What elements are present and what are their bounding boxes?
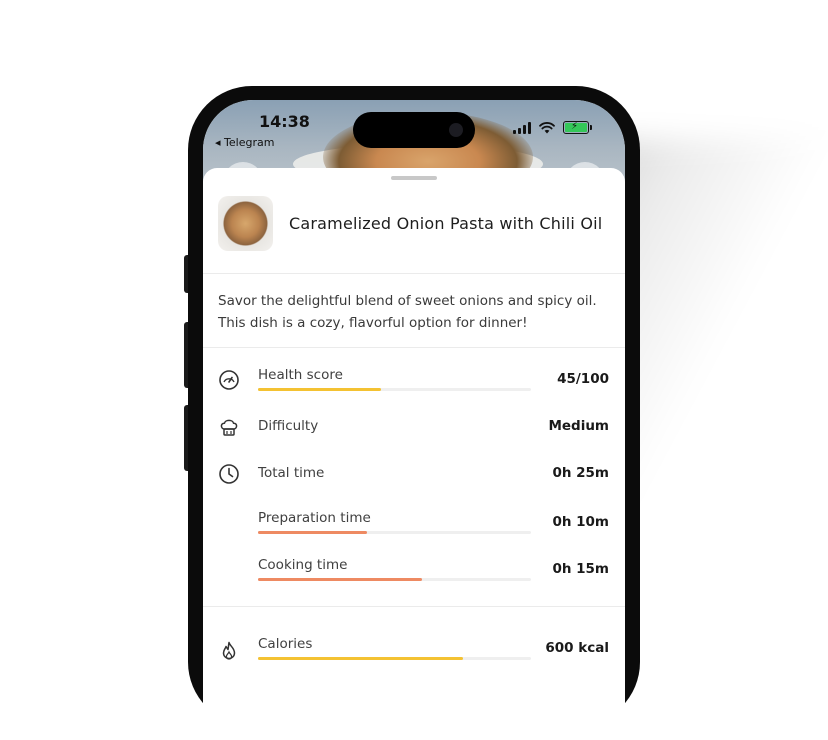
recipe-title: Caramelized Onion Pasta with Chili Oil [289,214,603,233]
cooking-time-bar [258,578,531,581]
cellular-signal-icon [513,121,531,134]
health-score-bar-fill [258,388,381,391]
divider [203,273,625,274]
health-score-label: Health score [258,367,343,383]
recipe-thumbnail [218,196,273,251]
cooking-time-row: Cooking time 0h 15m [218,557,609,587]
total-time-row: Total time 0h 25m [218,461,609,491]
dynamic-island [353,112,475,148]
chef-hat-icon [220,419,238,436]
status-icons: ⚡ [513,121,592,134]
preparation-time-label: Preparation time [258,510,371,526]
calories-row: Calories 600 kcal [218,636,609,666]
preparation-time-row: Preparation time 0h 10m [218,510,609,540]
calories-label: Calories [258,636,313,652]
difficulty-label: Difficulty [258,418,319,434]
back-to-telegram-link[interactable]: ◂ Telegram [215,136,274,149]
sheet-drag-handle[interactable] [391,176,437,180]
calories-bar-fill [258,657,463,660]
flame-icon [222,641,236,660]
preparation-time-bar-fill [258,531,368,534]
total-time-value: 0h 25m [552,465,609,481]
divider [203,606,625,607]
cooking-time-label: Cooking time [258,557,348,573]
cooking-time-bar-fill [258,578,422,581]
total-time-label: Total time [258,465,325,481]
health-score-value: 45/100 [557,371,609,387]
health-score-bar [258,388,531,391]
recipe-header: Caramelized Onion Pasta with Chili Oil [218,196,610,251]
preparation-time-bar [258,531,531,534]
difficulty-value: Medium [548,418,609,434]
battery-charging-icon: ⚡ [563,121,592,134]
preparation-time-value: 0h 10m [552,514,609,530]
gauge-icon [219,370,239,390]
recipe-bottom-sheet: Caramelized Onion Pasta with Chili Oil S… [203,168,625,740]
cooking-time-value: 0h 15m [552,561,609,577]
front-camera [449,123,463,137]
wifi-icon [539,121,555,133]
status-time: 14:38 [259,112,310,131]
recipe-description: Savor the delightful blend of sweet onio… [218,293,597,331]
difficulty-row: Difficulty Medium [218,414,609,444]
calories-bar [258,657,531,660]
divider [203,347,625,348]
calories-value: 600 kcal [545,640,609,656]
phone-frame: 14:38 ◂ Telegram ⚡ Caramelized Onion Pas… [188,86,640,740]
health-score-row: Health score 45/100 [218,367,609,397]
phone-screen: 14:38 ◂ Telegram ⚡ Caramelized Onion Pas… [203,100,625,740]
clock-icon [219,464,239,484]
